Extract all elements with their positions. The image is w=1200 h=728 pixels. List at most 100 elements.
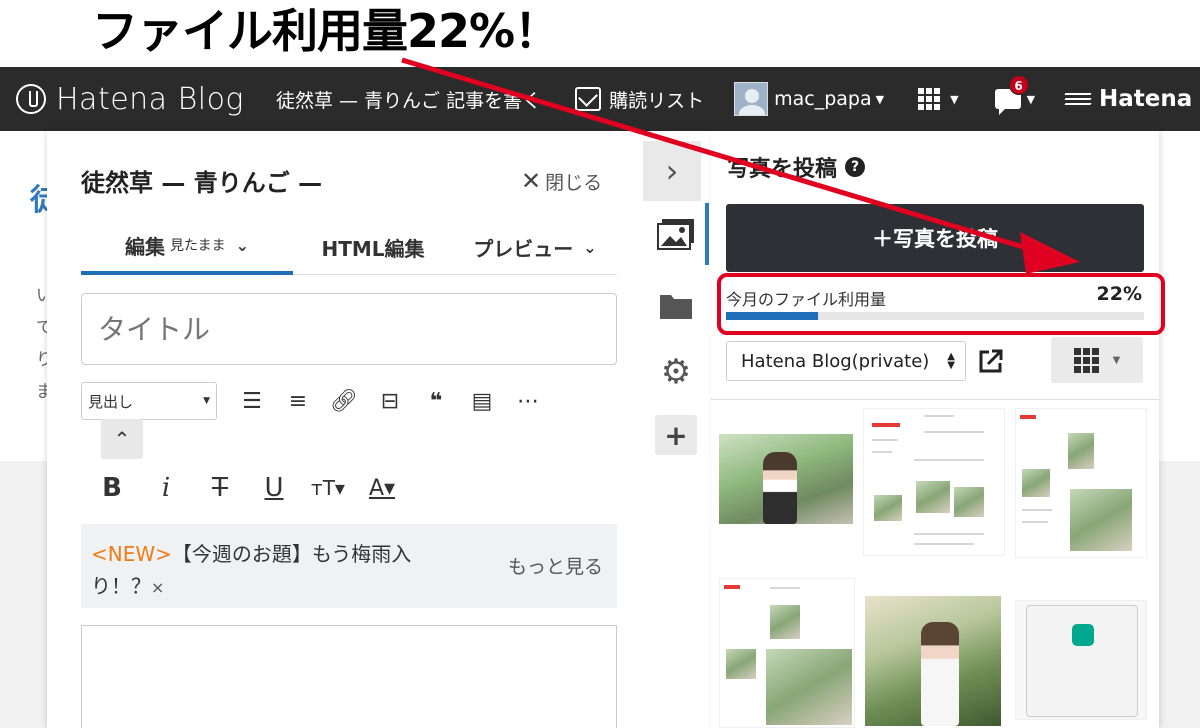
italic-button[interactable]: i [139,473,193,503]
title-input[interactable] [81,293,617,365]
annotation-title: ファイル利用量22%！ [92,4,560,58]
text-color-button[interactable]: A▾ [355,476,409,501]
photo-upload-panel: 写真を投稿 ? ＋写真を投稿 今月のファイル利用量 22% Hatena Blo… [711,131,1165,728]
notification-badge: 6 [1008,75,1029,95]
photo-thumbnail[interactable] [863,408,1005,556]
blog-select[interactable]: Hatena Blog(private) ▲ ▼ [726,341,966,381]
photo-thumbnail[interactable] [1015,600,1147,720]
new-tag: <NEW> [91,542,172,566]
page-header-bar [872,423,900,427]
tab-label: 編集 [125,234,165,259]
file-usage-progress [726,312,1144,320]
more-tags-icon[interactable]: ⋯ [508,386,548,416]
strikethrough-button[interactable]: T [193,473,247,503]
write-article-link[interactable]: 徒然草 — 青りんご 記事を書く [276,86,541,113]
envelope-icon [575,87,602,111]
tab-label: HTML編集 [321,236,425,261]
close-icon: ✕ [521,167,542,195]
page-image [726,649,756,679]
write-label: 記事を書く [446,89,542,112]
collapse-toolbar-button[interactable]: ⌃ [101,419,143,459]
article-body-editor[interactable] [81,625,617,728]
reading-list-link[interactable]: 購読リスト [575,86,704,113]
caret-down-icon: ▼ [950,92,959,106]
caret-down-icon: ▼ [1026,92,1036,106]
page-text-line [872,439,898,441]
blog-select-value: Hatena Blog(private) [741,350,930,372]
notice-text: <NEW>【今週のお題】もう梅雨入り！？× [91,538,461,604]
photo-thumbnail[interactable] [865,596,1001,726]
notifications-button[interactable]: 6 ▼ [994,75,1036,115]
photo-icon [657,219,694,250]
photo-thumbnail[interactable] [1015,408,1147,558]
file-usage-progress-fill [726,312,818,320]
link-icon[interactable]: 🔗︎ [324,386,364,416]
view-mode-button[interactable]: ▼ [1051,337,1143,383]
close-button[interactable]: ✕ 閉じる [521,167,602,195]
open-external-button[interactable] [975,345,1007,377]
blog-title: 徒然草 — 青りんご [275,89,441,112]
tab-wysiwyg[interactable]: 編集 見たまま ⌄ [81,219,293,275]
bold-button[interactable]: B [85,473,139,503]
tab-sublabel: 見たまま [170,238,226,254]
gear-icon: ⚙ [660,352,692,392]
heading-select[interactable]: 見出し ▼ [81,382,217,420]
panel-title-text: 写真を投稿 [727,157,838,182]
caret-down-icon: ▼ [203,396,210,406]
tab-label: プレビュー [473,236,574,261]
side-tool-nav: › ⚙ + [643,131,711,728]
dismiss-notice-button[interactable]: × [151,578,164,597]
caret-down-icon: ▼ [875,92,885,106]
underline-button[interactable]: U [247,473,301,503]
external-link-icon [979,349,1003,373]
weekly-topic-notice: <NEW>【今週のお題】もう梅雨入り！？× もっと見る [81,524,617,608]
upload-photo-button[interactable]: ＋写真を投稿 [726,204,1144,272]
photo-thumbnail[interactable] [719,578,855,728]
folder-tool-button[interactable] [653,285,699,327]
expand-panel-button[interactable]: › [643,141,701,201]
help-icon[interactable]: ? [845,157,866,177]
tab-html-edit[interactable]: HTML編集 [293,219,453,275]
folder-icon [660,295,692,319]
plus-icon: + [664,418,688,452]
file-usage-label: 今月のファイル利用量 [726,290,887,309]
numbered-list-icon[interactable]: ≡ [278,386,318,416]
photo-thumbnail-grid [711,399,1159,728]
file-usage-value: 22% [1096,283,1142,305]
format-toolbar: B i T U тT▾ A▾ [85,473,409,503]
settings-tool-button[interactable]: ⚙ [653,351,699,393]
heading-select-value: 見出し [88,392,134,411]
close-label: 閉じる [545,171,603,194]
apps-menu[interactable]: ▼ [918,88,959,110]
table-of-contents-icon[interactable]: ▤ [462,386,502,416]
chevron-down-icon: ⌄ [235,235,249,255]
add-tool-button[interactable]: + [655,415,697,455]
page-image [1070,489,1132,551]
page-header-bar [1020,415,1036,419]
app-dialog-screenshot [1026,605,1138,717]
page-image [874,495,902,521]
quote-icon[interactable]: ❝ [416,386,456,416]
hatena-brand-link[interactable]: Hatena [1064,86,1192,112]
page-text-line [914,533,984,535]
hatena-blog-logo[interactable]: Hatena Blog [16,82,244,117]
editor-panel: 徒然草 — 青りんご — ✕ 閉じる 編集 見たまま ⌄ HTML編集 プレビュ… [47,131,711,728]
page-image [954,487,984,517]
see-more-link[interactable]: もっと見る [508,552,603,579]
page-text-line [1022,509,1052,511]
horizontal-rule-icon[interactable]: ⊟ [370,386,410,416]
grid-icon [918,88,941,110]
page-image [770,605,800,639]
caret-down-icon: ▼ [1112,354,1121,366]
photo-thumbnail[interactable] [719,434,853,524]
page-text-line [914,543,974,545]
page-image [1022,469,1050,497]
bullet-list-icon[interactable]: ☰ [232,386,272,416]
tab-preview[interactable]: プレビュー ⌄ [453,219,617,275]
font-size-button[interactable]: тT▾ [301,476,355,500]
user-menu[interactable]: mac_papa ▼ [734,82,884,116]
page-header-bar [724,585,740,589]
hatena-mark-icon [1064,91,1092,107]
photo-tool-button[interactable] [653,213,699,255]
page-text-line [872,451,892,453]
